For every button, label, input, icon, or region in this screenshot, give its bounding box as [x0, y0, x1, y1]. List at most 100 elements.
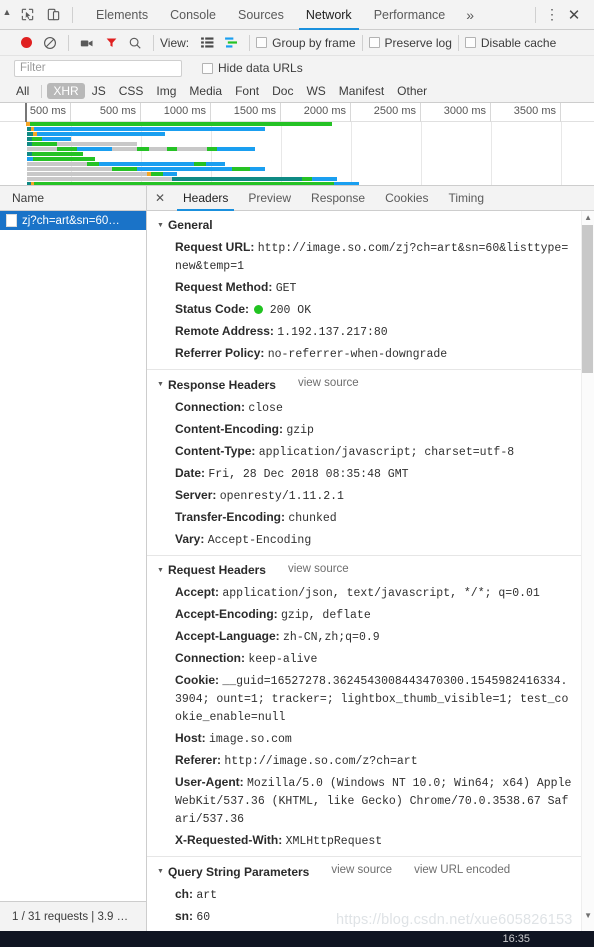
view-url-encoded-link[interactable]: view URL encoded — [414, 864, 510, 876]
scroll-up-arrow-icon[interactable]: ▲ — [0, 7, 14, 23]
waterfall-segment — [207, 147, 217, 151]
tab-elements[interactable]: Elements — [85, 0, 159, 30]
header-key: Referrer Policy: — [175, 346, 265, 360]
detail-tab-response[interactable]: Response — [301, 186, 375, 211]
headers-pane[interactable]: ▼ General Request URL: http://image.so.c… — [147, 211, 594, 931]
header-key: ch: — [175, 886, 193, 901]
type-filter-other[interactable]: Other — [391, 83, 433, 99]
preserve-log-checkbox[interactable]: Preserve log — [368, 35, 452, 50]
type-filter-xhr[interactable]: XHR — [47, 83, 85, 99]
details-scrollbar-thumb[interactable] — [582, 225, 593, 373]
query-string-header[interactable]: ▼ Query String Parameters view source vi… — [147, 856, 594, 884]
device-toolbar-icon[interactable] — [40, 2, 66, 28]
request-headers-header[interactable]: ▼ Request Headers view source — [147, 554, 594, 583]
tab-sources[interactable]: Sources — [227, 0, 295, 30]
inspect-cursor-icon[interactable] — [14, 2, 40, 28]
header-row: Connection: keep-alive — [147, 648, 594, 670]
header-value: application/json, text/javascript, */*; … — [222, 587, 540, 600]
close-details-icon[interactable]: ✕ — [147, 191, 173, 205]
waterfall-view-icon[interactable] — [219, 32, 243, 54]
view-source-link[interactable]: view source — [288, 563, 349, 575]
header-key: Host: — [175, 731, 206, 745]
header-key: Request Method: — [175, 280, 273, 294]
header-value: openresty/1.11.2.1 — [219, 489, 344, 503]
timeline-tick: 1500 ms — [211, 103, 281, 122]
hide-data-urls-label: Hide data URLs — [218, 61, 303, 75]
group-by-frame-checkbox[interactable]: Group by frame — [256, 35, 356, 50]
query-string-title: ▼ Query String Parameters — [157, 864, 310, 879]
header-key: Remote Address: — [175, 324, 274, 338]
detail-tab-cookies[interactable]: Cookies — [375, 186, 438, 211]
waterfall-segment — [232, 167, 250, 171]
general-section-header[interactable]: ▼ General — [147, 211, 594, 237]
checkbox-box — [464, 37, 476, 48]
filter-button[interactable] — [99, 32, 123, 54]
type-filter-media[interactable]: Media — [183, 83, 228, 99]
header-key: X-Requested-With: — [175, 833, 283, 847]
response-headers-section: ▼ Response Headers view source Connectio… — [147, 369, 594, 555]
type-filter-manifest[interactable]: Manifest — [333, 83, 390, 99]
search-button[interactable] — [123, 32, 147, 54]
waterfall-segment — [27, 147, 57, 151]
waterfall-bar — [27, 132, 165, 136]
header-row: Cookie: __guid=16527278.3624543008443470… — [147, 670, 594, 728]
header-value: 200 OK — [269, 304, 312, 317]
tab-performance[interactable]: Performance — [363, 0, 457, 30]
request-list-header[interactable]: Name — [0, 186, 147, 211]
type-filter-all[interactable]: All — [10, 83, 35, 99]
network-overview[interactable]: 500 ms 500 ms 1000 ms 1500 ms 2000 ms 25… — [0, 103, 594, 186]
detail-tab-timing[interactable]: Timing — [438, 186, 494, 211]
waterfall-segment — [42, 122, 332, 126]
tab-network[interactable]: Network — [295, 0, 363, 30]
type-filter-font[interactable]: Font — [229, 83, 265, 99]
view-source-link[interactable]: view source — [298, 377, 359, 389]
timeline-gridline — [491, 122, 492, 185]
waterfall-bar — [27, 167, 265, 171]
list-view-icon[interactable] — [195, 32, 219, 54]
waterfall-segment — [167, 147, 177, 151]
header-value: Fri, 28 Dec 2018 08:35:48 GMT — [208, 467, 409, 481]
header-value: 1.192.137.217:80 — [277, 326, 388, 339]
chip-divider — [41, 84, 43, 98]
header-value: 60 — [196, 910, 211, 924]
detail-tab-preview[interactable]: Preview — [238, 186, 301, 211]
type-filter-js[interactable]: JS — [86, 83, 112, 99]
view-source-link[interactable]: view source — [331, 864, 392, 876]
header-key: Cookie: — [175, 673, 220, 687]
devtools-menu-icon[interactable]: ⋮ — [542, 6, 562, 23]
close-devtools-icon[interactable]: ✕ — [562, 6, 586, 24]
scroll-up-arrow-icon[interactable]: ▲ — [584, 213, 592, 222]
waterfall-segment — [32, 152, 83, 156]
type-filter-ws[interactable]: WS — [300, 83, 331, 99]
status-ok-icon — [254, 305, 264, 314]
tabstrip-divider — [72, 6, 73, 23]
preserve-log-label: Preserve log — [384, 35, 452, 50]
hide-data-urls-checkbox[interactable]: Hide data URLs — [202, 61, 303, 75]
type-filter-css[interactable]: CSS — [113, 83, 150, 99]
type-filter-img[interactable]: Img — [150, 83, 182, 99]
waterfall-segment — [57, 147, 77, 151]
triangle-down-icon: ▼ — [157, 221, 164, 229]
waterfall-bar — [27, 157, 95, 161]
record-button[interactable] — [14, 32, 38, 54]
timeline-tick: 3000 ms — [421, 103, 491, 122]
triangle-down-icon: ▼ — [157, 566, 164, 574]
header-row: Host: image.so.com — [147, 728, 594, 750]
clear-button[interactable] — [38, 32, 62, 54]
group-by-frame-label: Group by frame — [272, 35, 356, 50]
header-row: Referrer Policy: no-referrer-when-downgr… — [147, 343, 594, 369]
capture-screenshots-button[interactable] — [75, 32, 99, 54]
type-filter-doc[interactable]: Doc — [266, 83, 299, 99]
detail-tab-headers[interactable]: Headers — [173, 186, 238, 211]
scroll-down-arrow-icon[interactable]: ▼ — [584, 911, 592, 920]
panel-tabs: Elements Console Sources Network Perform… — [85, 0, 484, 30]
filter-input[interactable] — [14, 59, 182, 77]
disable-cache-checkbox[interactable]: Disable cache — [464, 36, 556, 50]
request-list[interactable]: zj?ch=art&sn=60… — [0, 211, 147, 901]
request-row[interactable]: zj?ch=art&sn=60… — [0, 211, 146, 230]
more-tabs-icon[interactable]: » — [456, 7, 484, 23]
response-headers-header[interactable]: ▼ Response Headers view source — [147, 369, 594, 397]
header-row: Connection: close — [147, 397, 594, 419]
header-row: Accept-Encoding: gzip, deflate — [147, 604, 594, 626]
tab-console[interactable]: Console — [159, 0, 227, 30]
